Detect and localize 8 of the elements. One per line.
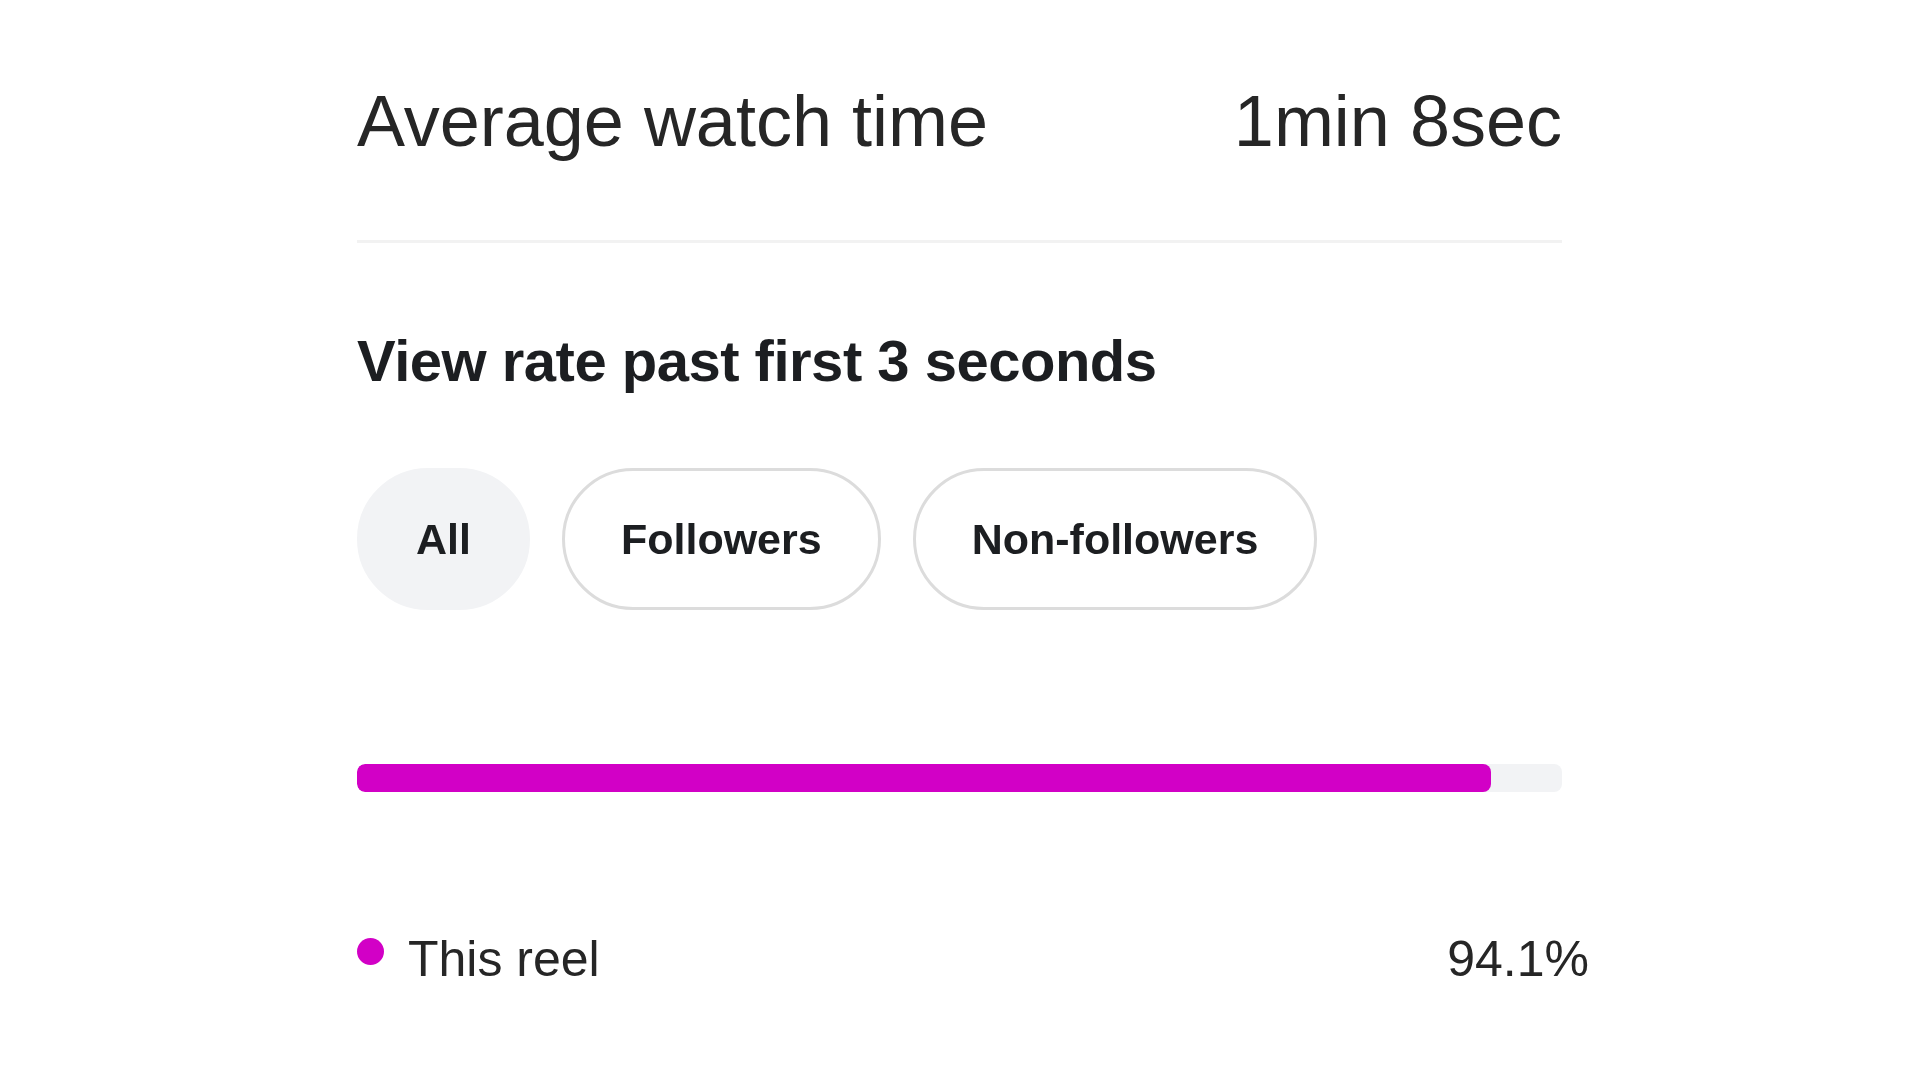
legend-label: This reel: [408, 929, 600, 989]
metric-value: 1min 8sec: [1233, 80, 1562, 163]
filter-chip[interactable]: All: [357, 467, 530, 610]
section-title: View rate past first 3 seconds: [357, 327, 1158, 396]
metric-label: Average watch time: [357, 80, 988, 163]
filter-chip[interactable]: Non-followers: [912, 467, 1318, 610]
filter-chip[interactable]: Followers: [561, 467, 881, 610]
legend-value: 94.1%: [1447, 929, 1589, 989]
